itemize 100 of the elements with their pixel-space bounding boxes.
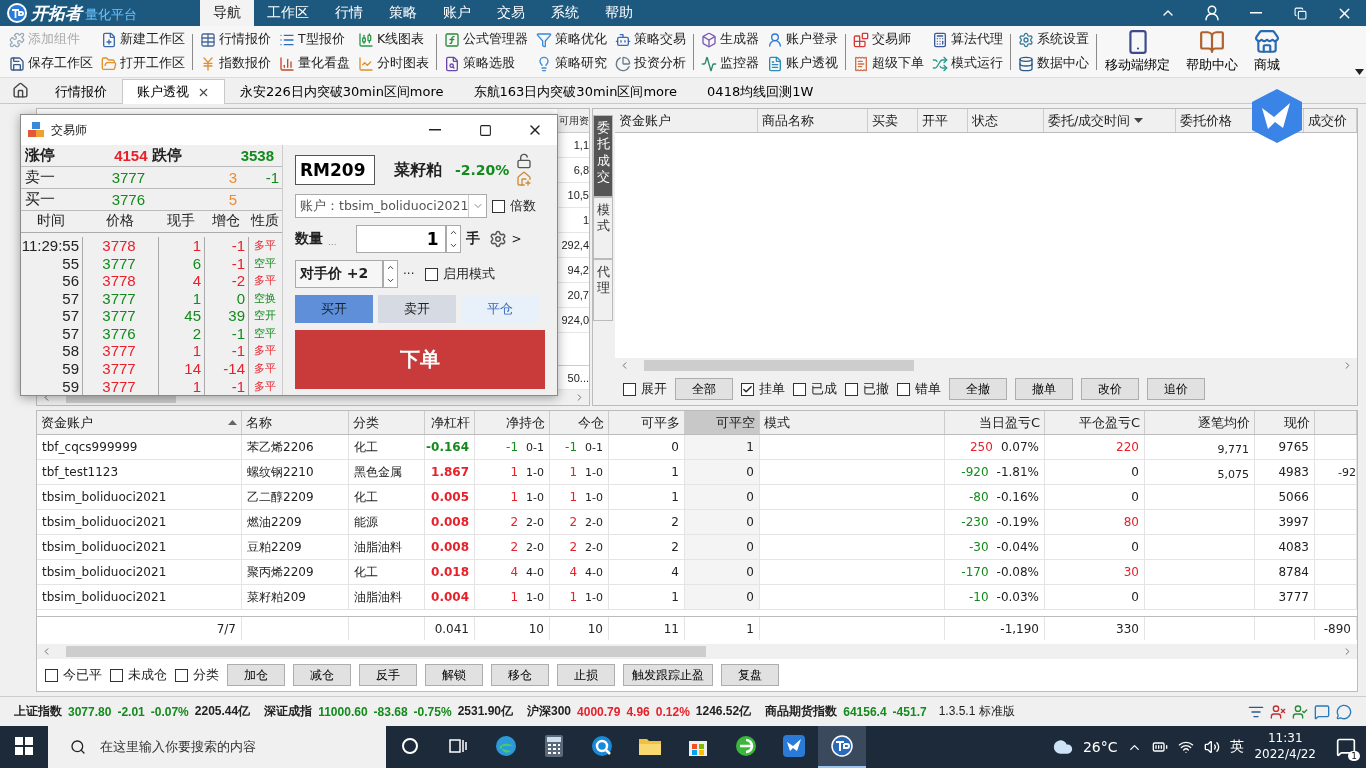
checkbox[interactable] [45, 668, 58, 682]
tab[interactable]: 行情报价 [40, 79, 122, 104]
menu-tab[interactable]: 导航 [200, 0, 254, 26]
menu-tab[interactable]: 工作区 [254, 0, 322, 26]
toolbar-button[interactable]: 商城 [1246, 29, 1288, 74]
tab[interactable]: 0418均线回测1W [692, 79, 829, 104]
toolbar-button[interactable]: 模式运行 [932, 52, 1003, 75]
toolbar-button[interactable]: 分时图表 [358, 52, 429, 75]
menu-tab[interactable]: 行情 [322, 0, 376, 26]
more-link[interactable]: > [511, 232, 522, 246]
action-button[interactable]: 追价 [1147, 378, 1205, 400]
volume-icon[interactable] [1204, 739, 1221, 755]
menu-tab[interactable]: 帮助 [592, 0, 646, 26]
checkbox[interactable] [845, 382, 858, 396]
checkbox[interactable] [897, 382, 910, 396]
order-side-tab[interactable]: 卖开 [378, 295, 456, 323]
code-field[interactable]: RM209 [295, 155, 375, 185]
submit-order-button[interactable]: 下单 [295, 330, 545, 389]
toolbar-button[interactable]: 账户透视 [767, 52, 838, 75]
checkbox[interactable] [425, 267, 439, 281]
lock-icon[interactable] [516, 153, 533, 169]
calculator-icon[interactable] [544, 734, 564, 758]
wifi-icon[interactable] [1178, 739, 1195, 755]
toolbar-button[interactable]: 移动端绑定 [1097, 29, 1178, 74]
toolbar-button[interactable]: 算法代理 [932, 28, 1003, 51]
toolbar-button[interactable]: 账户登录 [767, 28, 838, 51]
checkbox[interactable] [793, 382, 806, 396]
folder-icon[interactable] [638, 736, 662, 756]
app-logo-icon[interactable] [830, 734, 854, 758]
caret-icon[interactable] [1134, 118, 1144, 123]
checkbox[interactable] [741, 382, 754, 396]
menu-tab[interactable]: 账户 [430, 0, 484, 26]
scrollbar-thumb[interactable] [644, 360, 914, 371]
action-button[interactable]: 解锁 [425, 664, 483, 686]
action-button[interactable]: 改价 [1081, 378, 1139, 400]
side-tab[interactable]: 模式 [593, 197, 613, 259]
action-button[interactable]: 全撤 [949, 378, 1007, 400]
toolbar-button[interactable]: 行情报价 [200, 28, 271, 51]
menu-tab[interactable]: 策略 [376, 0, 430, 26]
action-button[interactable]: 减仓 [293, 664, 351, 686]
task-view-icon[interactable] [449, 738, 467, 754]
quantity-field[interactable]: 1 [355, 225, 446, 253]
settings-icon[interactable] [488, 230, 507, 248]
menu-tab[interactable]: 交易 [484, 0, 538, 26]
clock[interactable]: 11:31 2022/4/22 [1254, 731, 1316, 763]
toolbar-button[interactable]: 指数报价 [200, 52, 271, 75]
cloud-icon[interactable] [1052, 737, 1073, 757]
toolbar-button[interactable]: 监控器 [701, 52, 759, 75]
toolbar-button[interactable]: 保存工作区 [9, 52, 93, 75]
toolbar-button[interactable]: 新建工作区 [101, 28, 185, 51]
checkbox[interactable] [110, 668, 123, 682]
order-side-tab[interactable]: 买开 [295, 295, 373, 323]
toolbar-button[interactable]: 公式管理器 [444, 28, 528, 51]
scrollbar-thumb[interactable] [66, 646, 706, 657]
sort-icon[interactable] [228, 420, 237, 425]
price-select[interactable]: 对手价 +2 [295, 260, 383, 288]
action-button[interactable]: 止损 [557, 664, 615, 686]
search-field[interactable]: 在这里输入你要搜索的内容 [48, 726, 386, 768]
side-tab[interactable]: 代理 [593, 259, 613, 321]
toolbar-button[interactable]: 打开工作区 [101, 52, 185, 75]
tab[interactable]: 账户透视 [122, 79, 225, 104]
toolbar-button[interactable]: T型报价 [279, 28, 350, 51]
toolbar-button[interactable]: 策略选股 [444, 52, 528, 75]
user-icon[interactable] [1270, 703, 1286, 720]
bird-icon[interactable] [1250, 88, 1304, 144]
notification-icon[interactable] [1336, 737, 1356, 757]
toolbar-button[interactable]: 超级下单 [853, 52, 924, 75]
caret-icon[interactable] [1355, 69, 1364, 75]
toolbar-button[interactable]: 策略研究 [536, 52, 607, 75]
action-button[interactable]: 触发跟踪止盈 [623, 664, 713, 686]
tab[interactable]: 东航163日内突破30min区间more [458, 79, 693, 104]
toolbar-button[interactable]: 数据中心 [1018, 52, 1089, 75]
action-button[interactable]: 全部 [675, 378, 733, 400]
side-tab[interactable]: 委托成交 [593, 115, 613, 197]
toolbar-button[interactable]: 生成器 [701, 28, 759, 51]
browser-icon[interactable] [494, 734, 518, 758]
action-button[interactable]: 加仓 [227, 664, 285, 686]
toolbar-button[interactable]: 交易师 [853, 28, 924, 51]
toolbar-button[interactable]: K线图表 [358, 28, 429, 51]
battery-icon[interactable] [1152, 739, 1169, 755]
circle-icon[interactable] [401, 737, 419, 755]
input-method[interactable]: 英 [1230, 738, 1245, 756]
toolbar-button[interactable]: 策略优化 [536, 28, 607, 51]
order-side-tab[interactable]: 平仓 [461, 295, 539, 323]
action-button[interactable]: 移仓 [491, 664, 549, 686]
action-button[interactable]: 复盘 [721, 664, 779, 686]
chat-icon[interactable] [1314, 703, 1330, 720]
action-button[interactable]: 撤单 [1015, 378, 1073, 400]
checkbox[interactable] [492, 199, 505, 213]
bird-app-icon[interactable] [782, 734, 806, 758]
user-icon[interactable] [1292, 703, 1308, 720]
checkbox[interactable] [623, 382, 636, 396]
toolbar-button[interactable]: 系统设置 [1018, 28, 1089, 51]
magnifier-app-icon[interactable] [590, 734, 614, 758]
toolbar-button[interactable]: 策略交易 [615, 28, 686, 51]
tab[interactable]: 永安226日内突破30min区间more [225, 79, 459, 104]
toolbar-button[interactable]: 帮助中心 [1178, 29, 1246, 74]
toolbar-button[interactable]: 投资分析 [615, 52, 686, 75]
action-button[interactable]: 反手 [359, 664, 417, 686]
account-select[interactable]: 账户：tbsim_boliduoci2021 [295, 194, 487, 218]
